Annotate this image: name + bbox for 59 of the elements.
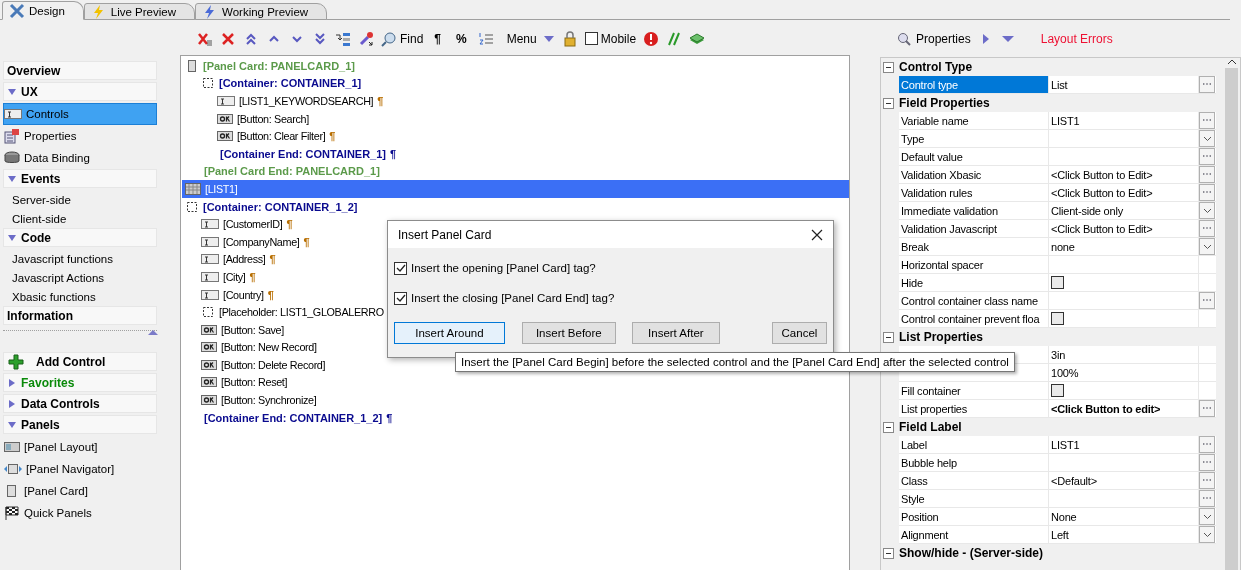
group-title: Events [21,171,61,186]
pilcrow-mark: ¶ [329,130,336,143]
tree-node-label: [City] [223,270,246,283]
section-title: Control Type [899,60,973,74]
tree-node-label: [Placeholder: LIST1_GLOBALERRO [219,306,384,319]
sidebar-item-label: Properties [24,130,77,142]
tree-node-label: [LIST1_KEYWORDSEARCH] [239,95,374,107]
sidebar-item-label: Quick Panels [24,507,92,519]
add-control-label: Add Control [36,354,106,369]
sidebar-item-label: Javascript functions [12,252,113,265]
pilcrow-mark: ¶ [303,235,310,248]
group-title: Code [21,230,51,245]
tree-node-label: [Button: Synchronize] [221,394,317,407]
tree-node-label: [Button: Save] [221,323,284,336]
section-title: List Properties [899,330,984,344]
tooltip: Insert the [Panel Card Begin] before the selected control and the [Panel Card End] after the selected control [455,352,1015,372]
sidebar-item-label: [Panel Layout] [24,441,98,453]
pilcrow-mark: ¶ [377,95,384,107]
sidebar-item-label: Client-side [12,212,67,225]
pilcrow-mark: ¶ [249,270,256,283]
tree-node-label: [Button: Delete Record] [221,358,326,371]
tree-node-label: [Button: New Record] [221,341,317,354]
tree-node-label: [CustomerID] [223,218,283,231]
sidebar-item-label: Controls [26,108,69,120]
sidebar-item-label: Data Binding [24,152,90,164]
tree-node-label: [Country] [223,288,264,301]
group-title: Data Controls [21,396,100,411]
section-title: Show/hide - (Server-side) [899,546,1044,560]
tree-node-label: [Address] [223,253,266,266]
tree-node-label: [Container: CONTAINER_1_2] [203,200,358,213]
tab-label: Design [29,4,65,17]
tree-node-label: [Button: Clear Filter] [237,130,326,143]
group-title: Panels [21,417,60,432]
sidebar-item-label: [Panel Navigator] [26,463,115,475]
tree-node-label: [LIST1] [205,182,238,195]
sidebar-item-label: Javascript Actions [12,271,105,284]
tree-node-label: [Button: Reset] [221,376,288,389]
section-title: Field Properties [899,96,990,110]
tree-node-label: [Button: Search] [237,112,309,125]
pilcrow-mark: ¶ [390,147,397,160]
tab-label: Working Preview [222,5,309,18]
tree-node-label: [CompanyName] [223,235,300,248]
tree-node-label: [Panel Card: PANELCARD_1] [203,59,355,72]
pilcrow-mark: ¶ [386,411,393,424]
pilcrow-mark: ¶ [286,218,293,231]
group-title: UX [21,84,38,99]
pilcrow-mark: ¶ [269,253,276,266]
tree-node-label: [Container: CONTAINER_1] [219,77,362,90]
tree-node-label: [Container End: CONTAINER_1] [220,147,387,160]
pilcrow-mark: ¶ [267,288,274,301]
group-title: Favorites [21,375,75,390]
dialog-title: Insert Panel Card [398,227,492,242]
section-title: Field Label [899,420,962,434]
sidebar-item-label: Server-side [12,193,71,206]
sidebar-item-label: Xbasic functions [12,290,96,303]
sidebar-item-label: [Panel Card] [24,485,88,497]
tree-node-label: [Panel Card End: PANELCARD_1] [204,165,380,178]
tab-label: Live Preview [110,5,176,18]
tree-node-label: [Container End: CONTAINER_1_2] [204,411,383,424]
